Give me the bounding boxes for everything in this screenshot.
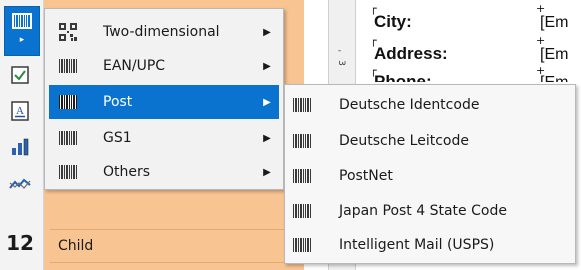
barcode-icon xyxy=(289,95,315,115)
sparkline-tool-button[interactable] xyxy=(6,170,34,200)
barcode-icon xyxy=(55,56,81,76)
chevron-right-icon: ▶ xyxy=(263,132,271,144)
text-tool-button[interactable]: A xyxy=(6,98,34,128)
submenu-item-deutsche-leitcode[interactable]: Deutsche Leitcode xyxy=(287,124,573,158)
submenu-item-postnet[interactable]: PostNet xyxy=(287,159,573,193)
menu-item-two-dimensional[interactable]: Two-dimensional ▶ xyxy=(49,15,279,49)
checkbox-icon xyxy=(11,66,29,88)
barcode-icon xyxy=(55,128,81,148)
submenu-item-label: Japan Post 4 State Code xyxy=(339,203,507,219)
sparkline-icon xyxy=(9,176,31,195)
ruler-mark: - xyxy=(338,46,342,56)
chevron-right-icon: ▶ xyxy=(263,60,271,72)
menu-item-label: Post xyxy=(103,94,133,110)
menu-item-label: EAN/UPC xyxy=(103,58,166,74)
submenu-item-label: Deutsche Identcode xyxy=(339,97,480,113)
post-barcode-submenu: Deutsche Identcode Deutsche Leitcode Pos… xyxy=(284,84,576,264)
barcode-icon xyxy=(55,92,81,112)
menu-item-gs1[interactable]: GS1 ▶ xyxy=(49,121,279,155)
report-designer: Child - 3 ┌ City: + [Em ┌ Address: + [Em… xyxy=(0,0,581,270)
field-label-address[interactable]: Address: xyxy=(374,44,448,64)
field-value-phone[interactable]: [Em xyxy=(540,74,568,82)
menu-item-label: Two-dimensional xyxy=(103,24,220,40)
field-label-phone[interactable]: Phone: xyxy=(374,72,432,82)
field-label-city[interactable]: City: xyxy=(374,12,412,32)
menu-item-label: GS1 xyxy=(103,130,132,146)
chevron-right-icon: ▶ xyxy=(263,96,271,108)
menu-item-ean-upc[interactable]: EAN/UPC ▶ xyxy=(49,49,279,83)
submenu-item-intelligent-mail[interactable]: Intelligent Mail (USPS) xyxy=(287,228,573,262)
child-band-label: Child xyxy=(58,238,94,254)
submenu-item-japan-post[interactable]: Japan Post 4 State Code xyxy=(287,194,573,228)
qr-code-icon xyxy=(55,22,81,42)
submenu-item-label: Intelligent Mail (USPS) xyxy=(339,237,495,253)
text-box-icon: A xyxy=(11,101,29,125)
barcode-category-menu: Two-dimensional ▶ EAN/UPC ▶ Post ▶ GS1 ▶… xyxy=(44,8,284,190)
barcode-icon xyxy=(289,131,315,151)
toolbox: ▸ A 12 xyxy=(0,0,44,270)
field-value-address[interactable]: [Em xyxy=(540,46,568,64)
submenu-item-deutsche-identcode[interactable]: Deutsche Identcode xyxy=(287,88,573,122)
barcode-icon xyxy=(289,235,315,255)
corner-mark: + xyxy=(536,34,546,47)
barcode-icon xyxy=(55,162,81,182)
corner-mark: + xyxy=(536,2,546,15)
bar-chart-icon xyxy=(10,138,30,160)
menu-item-others[interactable]: Others ▶ xyxy=(49,155,279,189)
number-tool-button[interactable]: 12 xyxy=(6,228,34,258)
submenu-item-label: PostNet xyxy=(339,168,393,184)
child-band[interactable]: Child xyxy=(50,229,304,263)
chevron-right-icon: ▶ xyxy=(263,166,271,178)
number-icon: 12 xyxy=(6,231,34,255)
ruler-mark: 3 xyxy=(335,60,346,66)
submenu-item-label: Deutsche Leitcode xyxy=(339,133,469,149)
submenu-arrow-icon: ▸ xyxy=(19,35,25,45)
chart-tool-button[interactable] xyxy=(6,134,34,164)
field-value-city[interactable]: [Em xyxy=(540,14,568,32)
barcode-icon xyxy=(289,201,315,221)
menu-item-post[interactable]: Post ▶ xyxy=(49,85,279,119)
barcode-icon xyxy=(12,13,32,33)
chevron-right-icon: ▶ xyxy=(263,26,271,38)
menu-item-label: Others xyxy=(103,164,151,180)
checkbox-tool-button[interactable] xyxy=(6,62,34,92)
barcode-tool-button[interactable]: ▸ xyxy=(4,6,40,56)
barcode-icon xyxy=(289,166,315,186)
svg-text:A: A xyxy=(16,105,24,117)
